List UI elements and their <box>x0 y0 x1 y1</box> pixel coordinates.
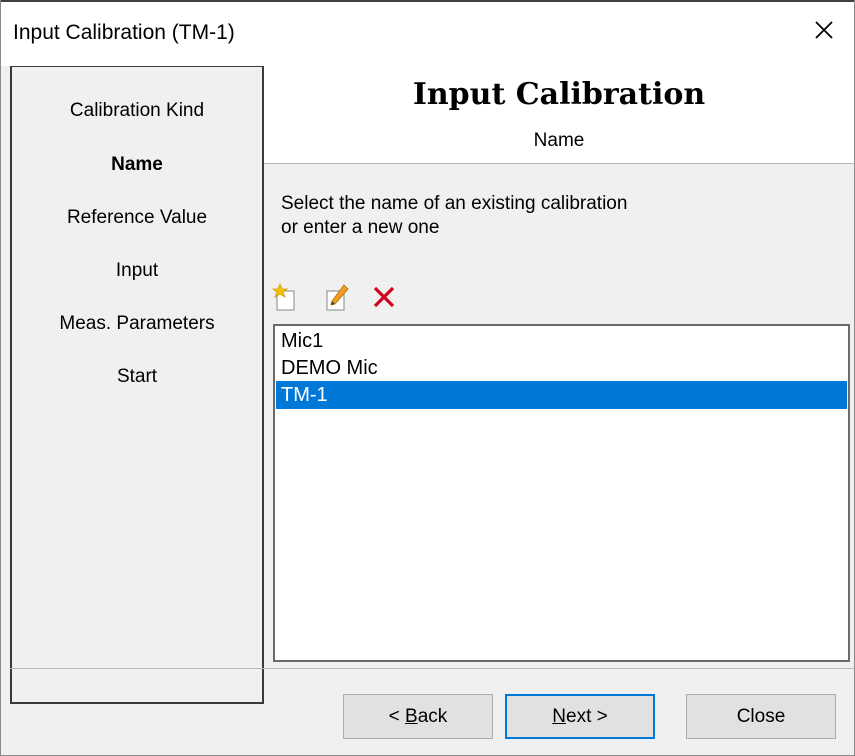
footer-divider <box>10 668 854 669</box>
next-button[interactable]: Next > <box>505 694 655 739</box>
steps-sidebar: Calibration Kind Name Reference Value In… <box>10 66 264 704</box>
back-mnemonic: B <box>405 706 418 727</box>
delete-icon[interactable] <box>370 283 398 311</box>
back-rest: ack <box>417 706 448 727</box>
list-item-tm-1[interactable]: TM-1 <box>276 381 847 409</box>
list-item-mic1[interactable]: Mic1 <box>276 327 847 355</box>
close-icon[interactable] <box>810 16 838 44</box>
page-subtitle: Name <box>533 130 585 151</box>
close-button[interactable]: Close <box>686 694 836 739</box>
content-panel: Select the name of an existing calibrati… <box>264 164 854 668</box>
instructions: Select the name of an existing calibrati… <box>281 192 627 240</box>
list-item-demo-mic[interactable]: DEMO Mic <box>276 354 847 382</box>
step-reference-value[interactable]: Reference Value <box>12 207 262 229</box>
page-header: Input Calibration Name <box>264 66 854 164</box>
step-name[interactable]: Name <box>12 154 262 176</box>
step-start[interactable]: Start <box>12 366 262 388</box>
next-rest: ext > <box>566 706 608 727</box>
step-meas-parameters[interactable]: Meas. Parameters <box>12 313 262 335</box>
step-calibration-kind[interactable]: Calibration Kind <box>12 100 262 122</box>
instruction-line-2: or enter a new one <box>281 217 440 238</box>
edit-icon[interactable] <box>322 283 350 311</box>
calibration-list[interactable]: Mic1 DEMO Mic TM-1 <box>273 324 850 662</box>
next-mnemonic: N <box>552 706 566 727</box>
new-icon[interactable] <box>272 283 300 311</box>
step-input[interactable]: Input <box>12 260 262 282</box>
back-prefix: < <box>388 706 406 727</box>
page-title: Input Calibration <box>412 77 706 112</box>
back-button[interactable]: < Back <box>343 694 493 739</box>
window-title: Input Calibration (TM-1) <box>13 21 235 44</box>
title-bar: Input Calibration (TM-1) <box>1 0 854 66</box>
dialog-window: Input Calibration (TM-1) Calibration Kin… <box>0 0 855 756</box>
instruction-line-1: Select the name of an existing calibrati… <box>281 193 628 214</box>
